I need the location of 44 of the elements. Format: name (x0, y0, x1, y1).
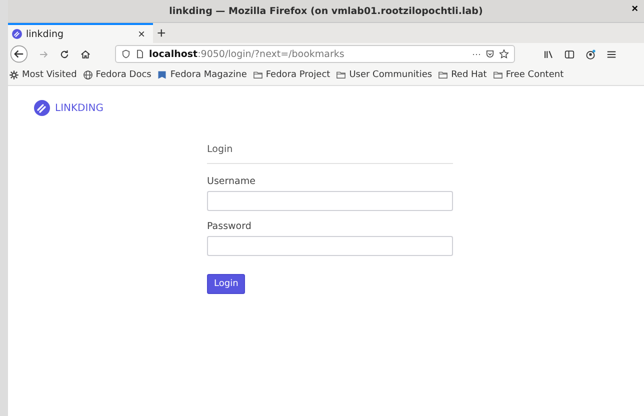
linkding-logo-icon (34, 100, 50, 116)
home-icon[interactable] (80, 48, 91, 60)
reload-icon[interactable] (59, 48, 70, 60)
account-icon[interactable] (585, 48, 596, 60)
page-icon (135, 49, 145, 59)
bookmark-item[interactable]: Free Content (492, 70, 564, 80)
form-heading: Login (207, 144, 234, 155)
folder-icon (492, 70, 503, 80)
library-icon[interactable] (543, 48, 554, 60)
bookmark-item[interactable]: Red Hat (438, 70, 487, 80)
bookmark-item[interactable]: Most Visited (9, 70, 77, 80)
new-tab-button[interactable]: + (153, 23, 170, 43)
magazine-icon (157, 70, 168, 80)
page-actions-button[interactable]: ··· (472, 49, 481, 59)
menu-icon[interactable] (606, 48, 617, 60)
bookmark-item[interactable]: Fedora Magazine (157, 70, 247, 80)
login-button[interactable]: Login (207, 274, 246, 294)
shield-icon (121, 49, 131, 59)
field-label: Password (207, 221, 252, 232)
bookmark-item[interactable]: Fedora Project (252, 70, 330, 80)
star-icon[interactable] (499, 49, 509, 59)
input-field[interactable] (207, 236, 453, 256)
linkding-logo-icon (12, 29, 22, 39)
folder-icon (438, 70, 448, 80)
window-title: linkding — Mozilla Firefox (on vmlab01.rootzilopochtli.lab) (169, 6, 483, 16)
folder-icon (336, 70, 346, 80)
field-label: Username (207, 176, 256, 187)
browser-tab[interactable]: linkding × (8, 23, 153, 43)
input-field[interactable] (207, 191, 453, 211)
address-bar[interactable]: localhost:9050/login/?next=/bookmarks ··· (115, 45, 515, 63)
back-icon[interactable] (10, 45, 28, 63)
tab-title: linkding (26, 28, 65, 40)
url-path: :9050/login/?next=/bookmarks (198, 48, 344, 60)
close-button[interactable]: × (630, 3, 640, 15)
brand-name[interactable]: LINKDING (55, 102, 104, 114)
folder-icon (252, 70, 263, 80)
pocket-icon[interactable] (485, 49, 495, 59)
globe-icon (82, 70, 93, 80)
url-host: localhost (149, 48, 198, 60)
gear-icon (9, 70, 19, 80)
bookmark-item[interactable]: Fedora Docs (82, 70, 152, 80)
tab-close-button[interactable]: × (134, 27, 149, 41)
sidebar-icon[interactable] (564, 48, 575, 60)
bookmark-item[interactable]: User Communities (336, 70, 432, 80)
